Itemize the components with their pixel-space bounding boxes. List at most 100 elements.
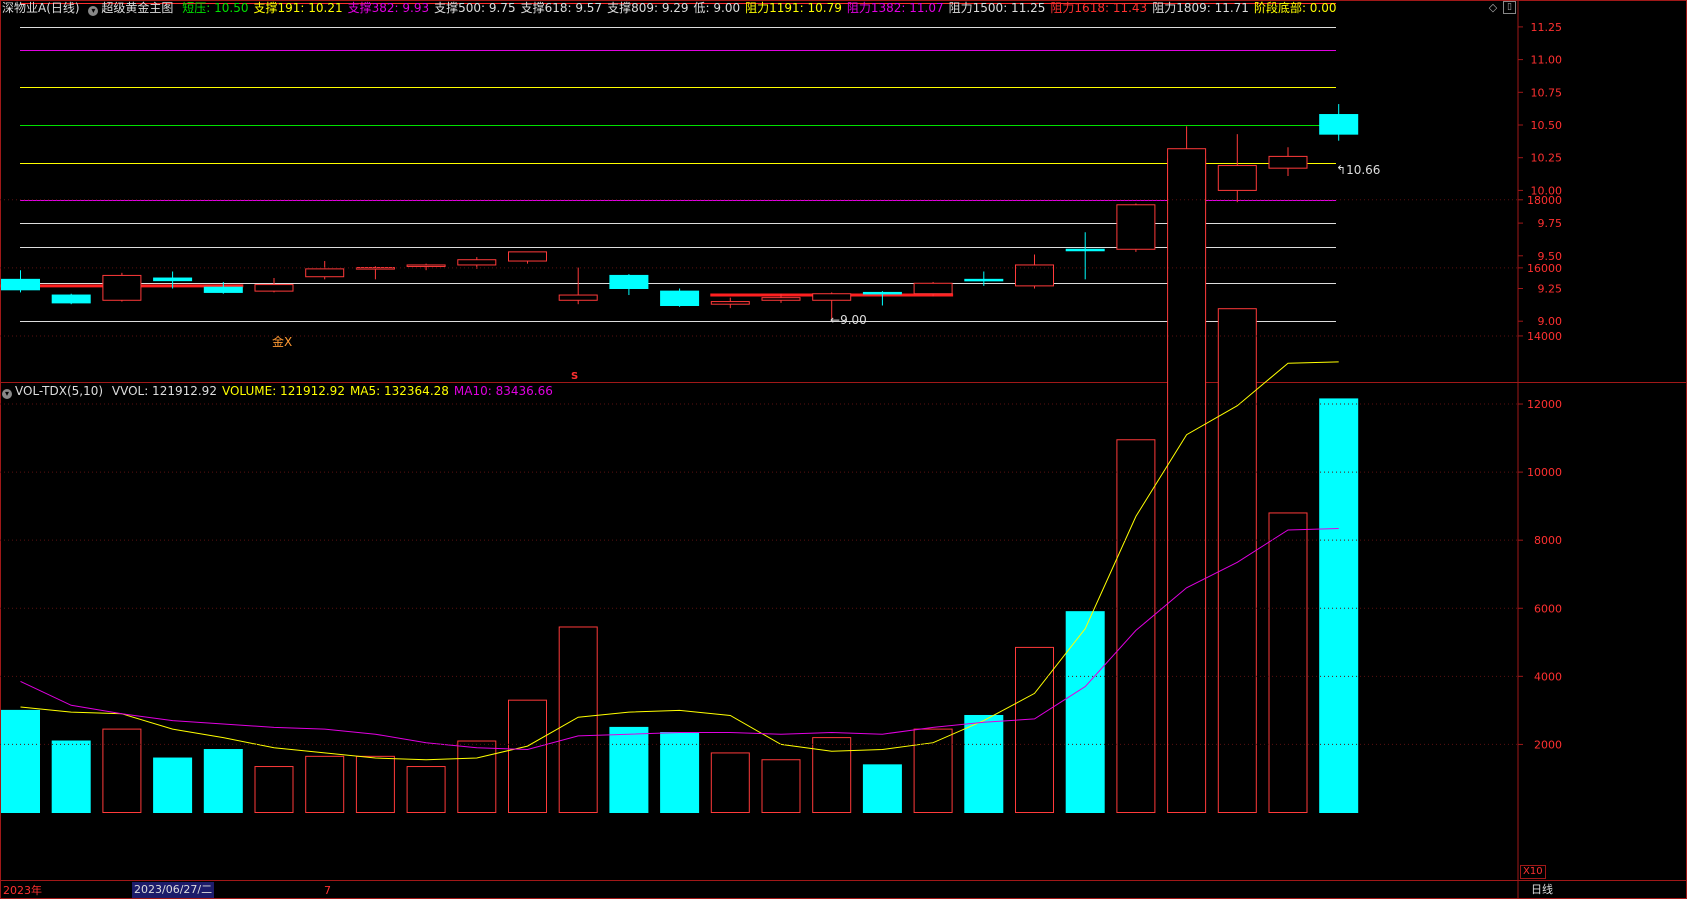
indicator-value-1: 支撑191: 10.21 (253, 1, 343, 15)
candle-24 (1217, 134, 1257, 203)
candle-body-0 (1, 278, 40, 291)
candle-13 (660, 288, 700, 307)
volume-bar-26 (1319, 398, 1359, 813)
candle-5 (254, 278, 294, 293)
month-label: 7 (324, 884, 331, 897)
price-tick-label-2: 11.00 (1531, 54, 1563, 67)
volume-bar-11 (558, 626, 598, 813)
volume-bar-8 (406, 766, 446, 814)
volume-value-1: VOLUME: 121912.92 (221, 384, 345, 398)
volume-bar-15 (761, 759, 801, 813)
candle-10 (508, 251, 547, 264)
volume-tick-label-2: 14000 (1527, 330, 1562, 343)
candle-body-3 (153, 277, 193, 282)
volume-bar-18 (913, 728, 953, 813)
price-tick-label-0: 11.50 (1531, 0, 1563, 1)
chart-canvas[interactable]: 11.5011.2511.0010.7510.5010.2510.009.759… (0, 0, 1687, 899)
candle-body-13 (660, 290, 700, 307)
candle-18 (913, 281, 953, 297)
volume-chart-header: ▾ VOL-TDX(5,10) VVOL: 121912.92 VOLUME: 12… (2, 383, 563, 399)
volume-bar-1 (51, 740, 91, 813)
candle-12 (609, 274, 649, 296)
sell-signal-marker: S (571, 371, 579, 382)
low-price-label: 9.00 (840, 313, 867, 327)
indicator-value-4: 支撑618: 9.57 (520, 1, 603, 15)
volume-bar-25 (1268, 512, 1308, 813)
candle-25 (1268, 147, 1308, 177)
indicator-value-10: 阻力1618: 11.43 (1050, 1, 1148, 15)
volume-tick-label-0: 18000 (1527, 194, 1562, 207)
candle-26 (1319, 104, 1359, 141)
volume-tick-label-5: 8000 (1534, 534, 1562, 547)
price-tick-label-7: 9.75 (1538, 217, 1563, 230)
volume-tick-label-4: 10000 (1527, 466, 1562, 479)
indicator-dropdown-icon[interactable]: ▾ (88, 6, 99, 16)
volume-tick-label-3: 12000 (1527, 398, 1562, 411)
indicator-value-3: 支撑500: 9.75 (434, 1, 516, 15)
stock-name[interactable]: 深物业A (2, 1, 46, 15)
low-price-marker: ←9.00 (830, 313, 867, 327)
volume-bar-24 (1217, 308, 1257, 813)
candle-body-24 (1217, 165, 1257, 191)
candle-14 (710, 297, 750, 309)
volume-indicator-name[interactable]: VOL-TDX(5,10) (15, 384, 103, 398)
candle-body-1 (51, 294, 91, 304)
candle-body-16 (812, 293, 852, 301)
price-tick-label-9: 9.25 (1538, 283, 1563, 296)
golden-cross-label: 金X (272, 335, 293, 349)
candle-8 (406, 263, 446, 271)
indicator-name[interactable]: 超级黄金主图 (101, 1, 173, 15)
candle-body-2 (102, 274, 142, 301)
candle-body-26 (1319, 114, 1359, 135)
candle-body-4 (203, 286, 243, 293)
indicator-value-12: 阶段底部: 0.00 (1253, 1, 1337, 15)
indicator-value-2: 支撑382: 9.93 (347, 1, 430, 15)
candle-body-12 (609, 274, 649, 290)
volume-value-2: MA5: 132364.28 (349, 384, 449, 398)
volume-bar-19 (964, 714, 1004, 814)
last-price-label: 10.66 (1346, 163, 1381, 177)
candle-1 (51, 293, 91, 305)
indicator-value-6: 低: 9.00 (693, 1, 741, 15)
volume-bar-21 (1065, 611, 1105, 813)
candle-body-20 (1015, 264, 1054, 287)
volume-bar-10 (508, 699, 547, 814)
volume-bar-5 (254, 766, 294, 814)
candle-body-11 (558, 294, 598, 301)
candle-body-18 (913, 282, 953, 295)
indicator-value-11: 阻力1809: 11.71 (1152, 1, 1249, 15)
volume-dropdown-icon[interactable]: ▾ (2, 389, 12, 399)
candle-body-21 (1065, 248, 1105, 252)
candle-20 (1015, 254, 1054, 289)
price-level-lines (0, 3, 1336, 322)
candle-2 (102, 272, 142, 302)
indicator-value-0: 短压: 10.50 (182, 1, 249, 15)
candle-21 (1065, 232, 1105, 280)
main-chart-header: 深物业A(日线) ▾ 超级黄金主图 短压: 10.50 支撑191: 10.21 支撑… (2, 0, 1347, 16)
candle-body-19 (964, 278, 1004, 282)
volume-bar-14 (710, 752, 750, 813)
volume-bar-2 (102, 728, 142, 813)
price-tick-label-4: 10.50 (1531, 119, 1563, 132)
window-toggle-icon[interactable]: ▯ (1503, 1, 1516, 14)
candle-6 (305, 261, 345, 280)
volume-value-0: VVOL: 121912.92 (111, 384, 217, 398)
volume-bar-0 (1, 709, 40, 814)
price-tick-label-1: 11.25 (1531, 21, 1563, 34)
price-tick-label-8: 9.50 (1538, 250, 1563, 263)
x10-button[interactable]: X10 (1520, 865, 1546, 879)
price-tick-label-10: 9.00 (1538, 315, 1563, 328)
candle-body-6 (305, 268, 345, 278)
volume-bar-4 (203, 749, 243, 813)
last-price-marker: ↰10.66 (1336, 163, 1381, 177)
candle-9 (457, 257, 497, 269)
period-button[interactable]: 日线 (1531, 882, 1553, 898)
volume-bar-7 (355, 755, 395, 813)
volume-tick-label-6: 6000 (1534, 602, 1562, 615)
candle-0 (1, 270, 40, 293)
candle-11 (558, 267, 598, 305)
volume-bar-17 (862, 764, 902, 813)
price-tick-label-3: 10.75 (1531, 86, 1563, 99)
candle-body-15 (761, 297, 801, 301)
diamond-icon[interactable]: ◇ (1486, 1, 1500, 15)
